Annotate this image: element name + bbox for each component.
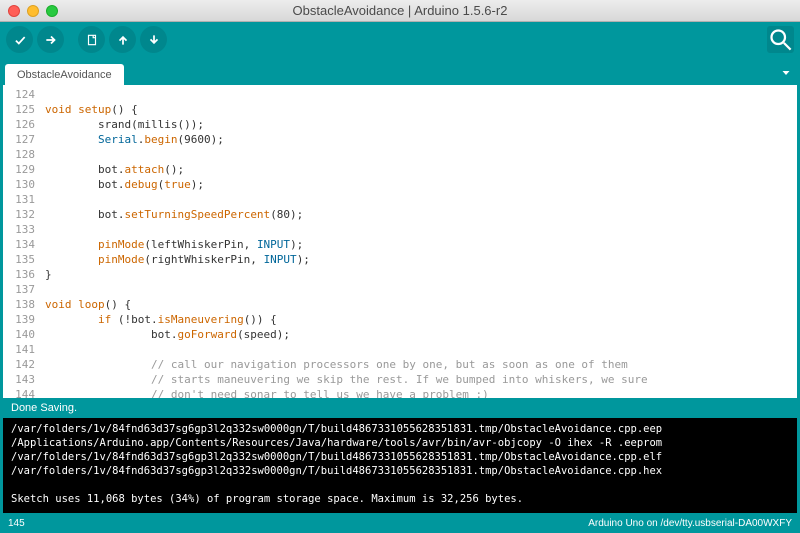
line-number: 135 (3, 252, 35, 267)
arrow-right-icon (44, 33, 58, 47)
code-line[interactable]: bot.attach(); (45, 162, 793, 177)
line-number: 139 (3, 312, 35, 327)
code-line[interactable]: pinMode(leftWhiskerPin, INPUT); (45, 237, 793, 252)
zoom-window-button[interactable] (46, 5, 58, 17)
line-number: 125 (3, 102, 35, 117)
code-line[interactable] (45, 147, 793, 162)
line-number: 137 (3, 282, 35, 297)
tab-menu-button[interactable] (778, 65, 794, 81)
code-editor[interactable]: 1241251261271281291301311321331341351361… (0, 85, 800, 398)
code-line[interactable]: void loop() { (45, 297, 793, 312)
open-sketch-button[interactable] (109, 26, 136, 53)
tab-bar: ObstacleAvoidance (0, 57, 800, 85)
line-number: 138 (3, 297, 35, 312)
code-line[interactable] (45, 192, 793, 207)
line-number: 143 (3, 372, 35, 387)
magnifier-icon (767, 26, 794, 53)
code-line[interactable]: // don't need sonar to tell us we have a… (45, 387, 793, 398)
line-number: 134 (3, 237, 35, 252)
code-line[interactable]: // starts maneuvering we skip the rest. … (45, 372, 793, 387)
upload-button[interactable] (37, 26, 64, 53)
footer-bar: 145 Arduino Uno on /dev/tty.usbserial-DA… (0, 513, 800, 533)
code-line[interactable]: Serial.begin(9600); (45, 132, 793, 147)
line-number-gutter: 1241251261271281291301311321331341351361… (3, 85, 41, 398)
code-area[interactable]: void setup() { srand(millis()); Serial.b… (41, 85, 797, 398)
save-sketch-button[interactable] (140, 26, 167, 53)
line-number: 124 (3, 87, 35, 102)
window-title: ObstacleAvoidance | Arduino 1.5.6-r2 (0, 3, 800, 18)
code-line[interactable]: if (!bot.isManeuvering()) { (45, 312, 793, 327)
serial-monitor-button[interactable] (767, 26, 794, 53)
code-line[interactable]: void setup() { (45, 102, 793, 117)
arrow-down-icon (147, 33, 161, 47)
line-number: 130 (3, 177, 35, 192)
line-number: 140 (3, 327, 35, 342)
code-line[interactable]: bot.goForward(speed); (45, 327, 793, 342)
line-number: 132 (3, 207, 35, 222)
line-number: 144 (3, 387, 35, 398)
status-message: Done Saving. (11, 402, 77, 414)
line-number: 126 (3, 117, 35, 132)
code-line[interactable]: } (45, 267, 793, 282)
code-line[interactable] (45, 282, 793, 297)
footer-line-number: 145 (8, 518, 25, 529)
status-bar: Done Saving. (0, 398, 800, 418)
arrow-up-icon (116, 33, 130, 47)
footer-board-info: Arduino Uno on /dev/tty.usbserial-DA00WX… (588, 518, 792, 529)
code-line[interactable] (45, 87, 793, 102)
line-number: 142 (3, 357, 35, 372)
line-number: 129 (3, 162, 35, 177)
window-titlebar: ObstacleAvoidance | Arduino 1.5.6-r2 (0, 0, 800, 22)
line-number: 136 (3, 267, 35, 282)
code-line[interactable]: bot.setTurningSpeedPercent(80); (45, 207, 793, 222)
line-number: 127 (3, 132, 35, 147)
verify-button[interactable] (6, 26, 33, 53)
check-icon (13, 33, 27, 47)
chevron-down-icon (780, 67, 792, 79)
toolbar (0, 22, 800, 57)
line-number: 131 (3, 192, 35, 207)
code-line[interactable] (45, 342, 793, 357)
window-controls (8, 5, 58, 17)
line-number: 128 (3, 147, 35, 162)
file-icon (85, 33, 99, 47)
code-line[interactable] (45, 222, 793, 237)
line-number: 141 (3, 342, 35, 357)
new-sketch-button[interactable] (78, 26, 105, 53)
tab-obstacleavoidance[interactable]: ObstacleAvoidance (5, 64, 124, 85)
line-number: 133 (3, 222, 35, 237)
code-line[interactable]: // call our navigation processors one by… (45, 357, 793, 372)
build-console[interactable]: /var/folders/1v/84fnd63d37sg6gp3l2q332sw… (0, 418, 800, 513)
code-line[interactable]: pinMode(rightWhiskerPin, INPUT); (45, 252, 793, 267)
code-line[interactable]: bot.debug(true); (45, 177, 793, 192)
minimize-window-button[interactable] (27, 5, 39, 17)
code-line[interactable]: srand(millis()); (45, 117, 793, 132)
close-window-button[interactable] (8, 5, 20, 17)
